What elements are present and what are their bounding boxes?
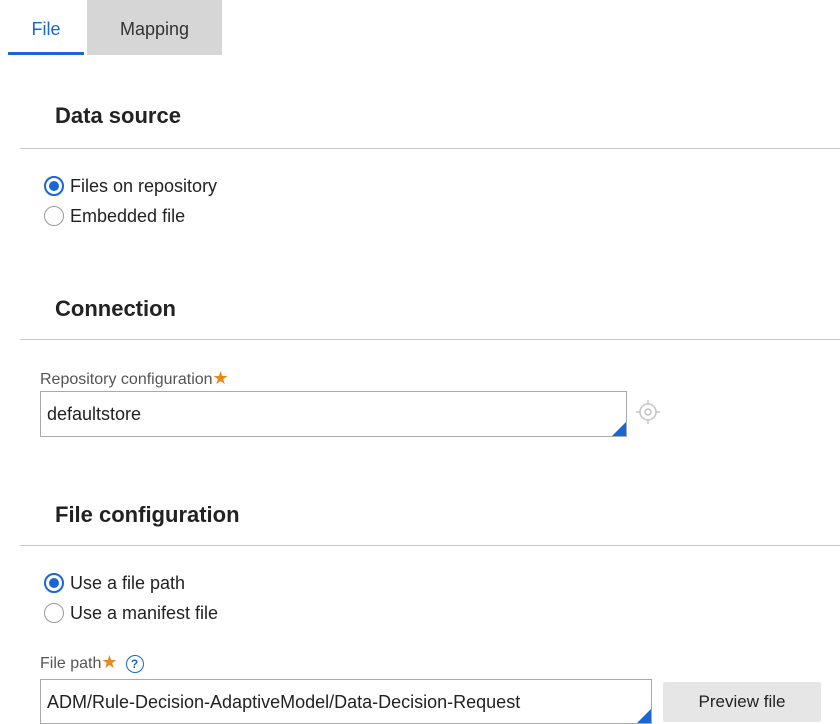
target-icon[interactable] [634,398,662,426]
radio-files-on-repository[interactable]: Files on repository [44,173,217,199]
autocomplete-corner-icon [637,709,651,723]
connection-heading: Connection [55,296,176,321]
required-star-icon: ★ [212,368,229,388]
radio-checked-icon[interactable] [44,573,64,593]
file-path-label: File path★? [40,652,144,673]
tab-mapping[interactable]: Mapping [87,0,222,55]
repository-configuration-input[interactable]: defaultstore [40,391,627,437]
file-path-value: ADM/Rule-Decision-AdaptiveModel/Data-Dec… [47,692,521,712]
repository-configuration-value: defaultstore [47,404,142,424]
radio-unchecked-icon[interactable] [44,206,64,226]
radio-embedded-file[interactable]: Embedded file [44,203,185,229]
repository-configuration-label: Repository configuration★ [40,368,229,388]
tab-file[interactable]: File [8,0,84,55]
section-divider [20,339,840,340]
radio-use-manifest-file[interactable]: Use a manifest file [44,600,218,626]
preview-file-button[interactable]: Preview file [663,682,821,722]
radio-use-file-path[interactable]: Use a file path [44,570,185,596]
help-icon[interactable]: ? [125,654,144,673]
section-divider [20,148,840,149]
radio-label: Use a manifest file [70,602,219,623]
file-path-input[interactable]: ADM/Rule-Decision-AdaptiveModel/Data-Dec… [40,679,652,724]
radio-label: Embedded file [70,205,186,226]
radio-checked-icon[interactable] [44,176,64,196]
radio-label: Use a file path [70,572,186,593]
file-configuration-heading: File configuration [55,502,240,527]
data-source-heading: Data source [55,103,181,128]
radio-label: Files on repository [70,175,218,196]
required-star-icon: ★ [101,652,118,672]
autocomplete-corner-icon [612,422,626,436]
section-divider [20,545,840,546]
radio-unchecked-icon[interactable] [44,603,64,623]
